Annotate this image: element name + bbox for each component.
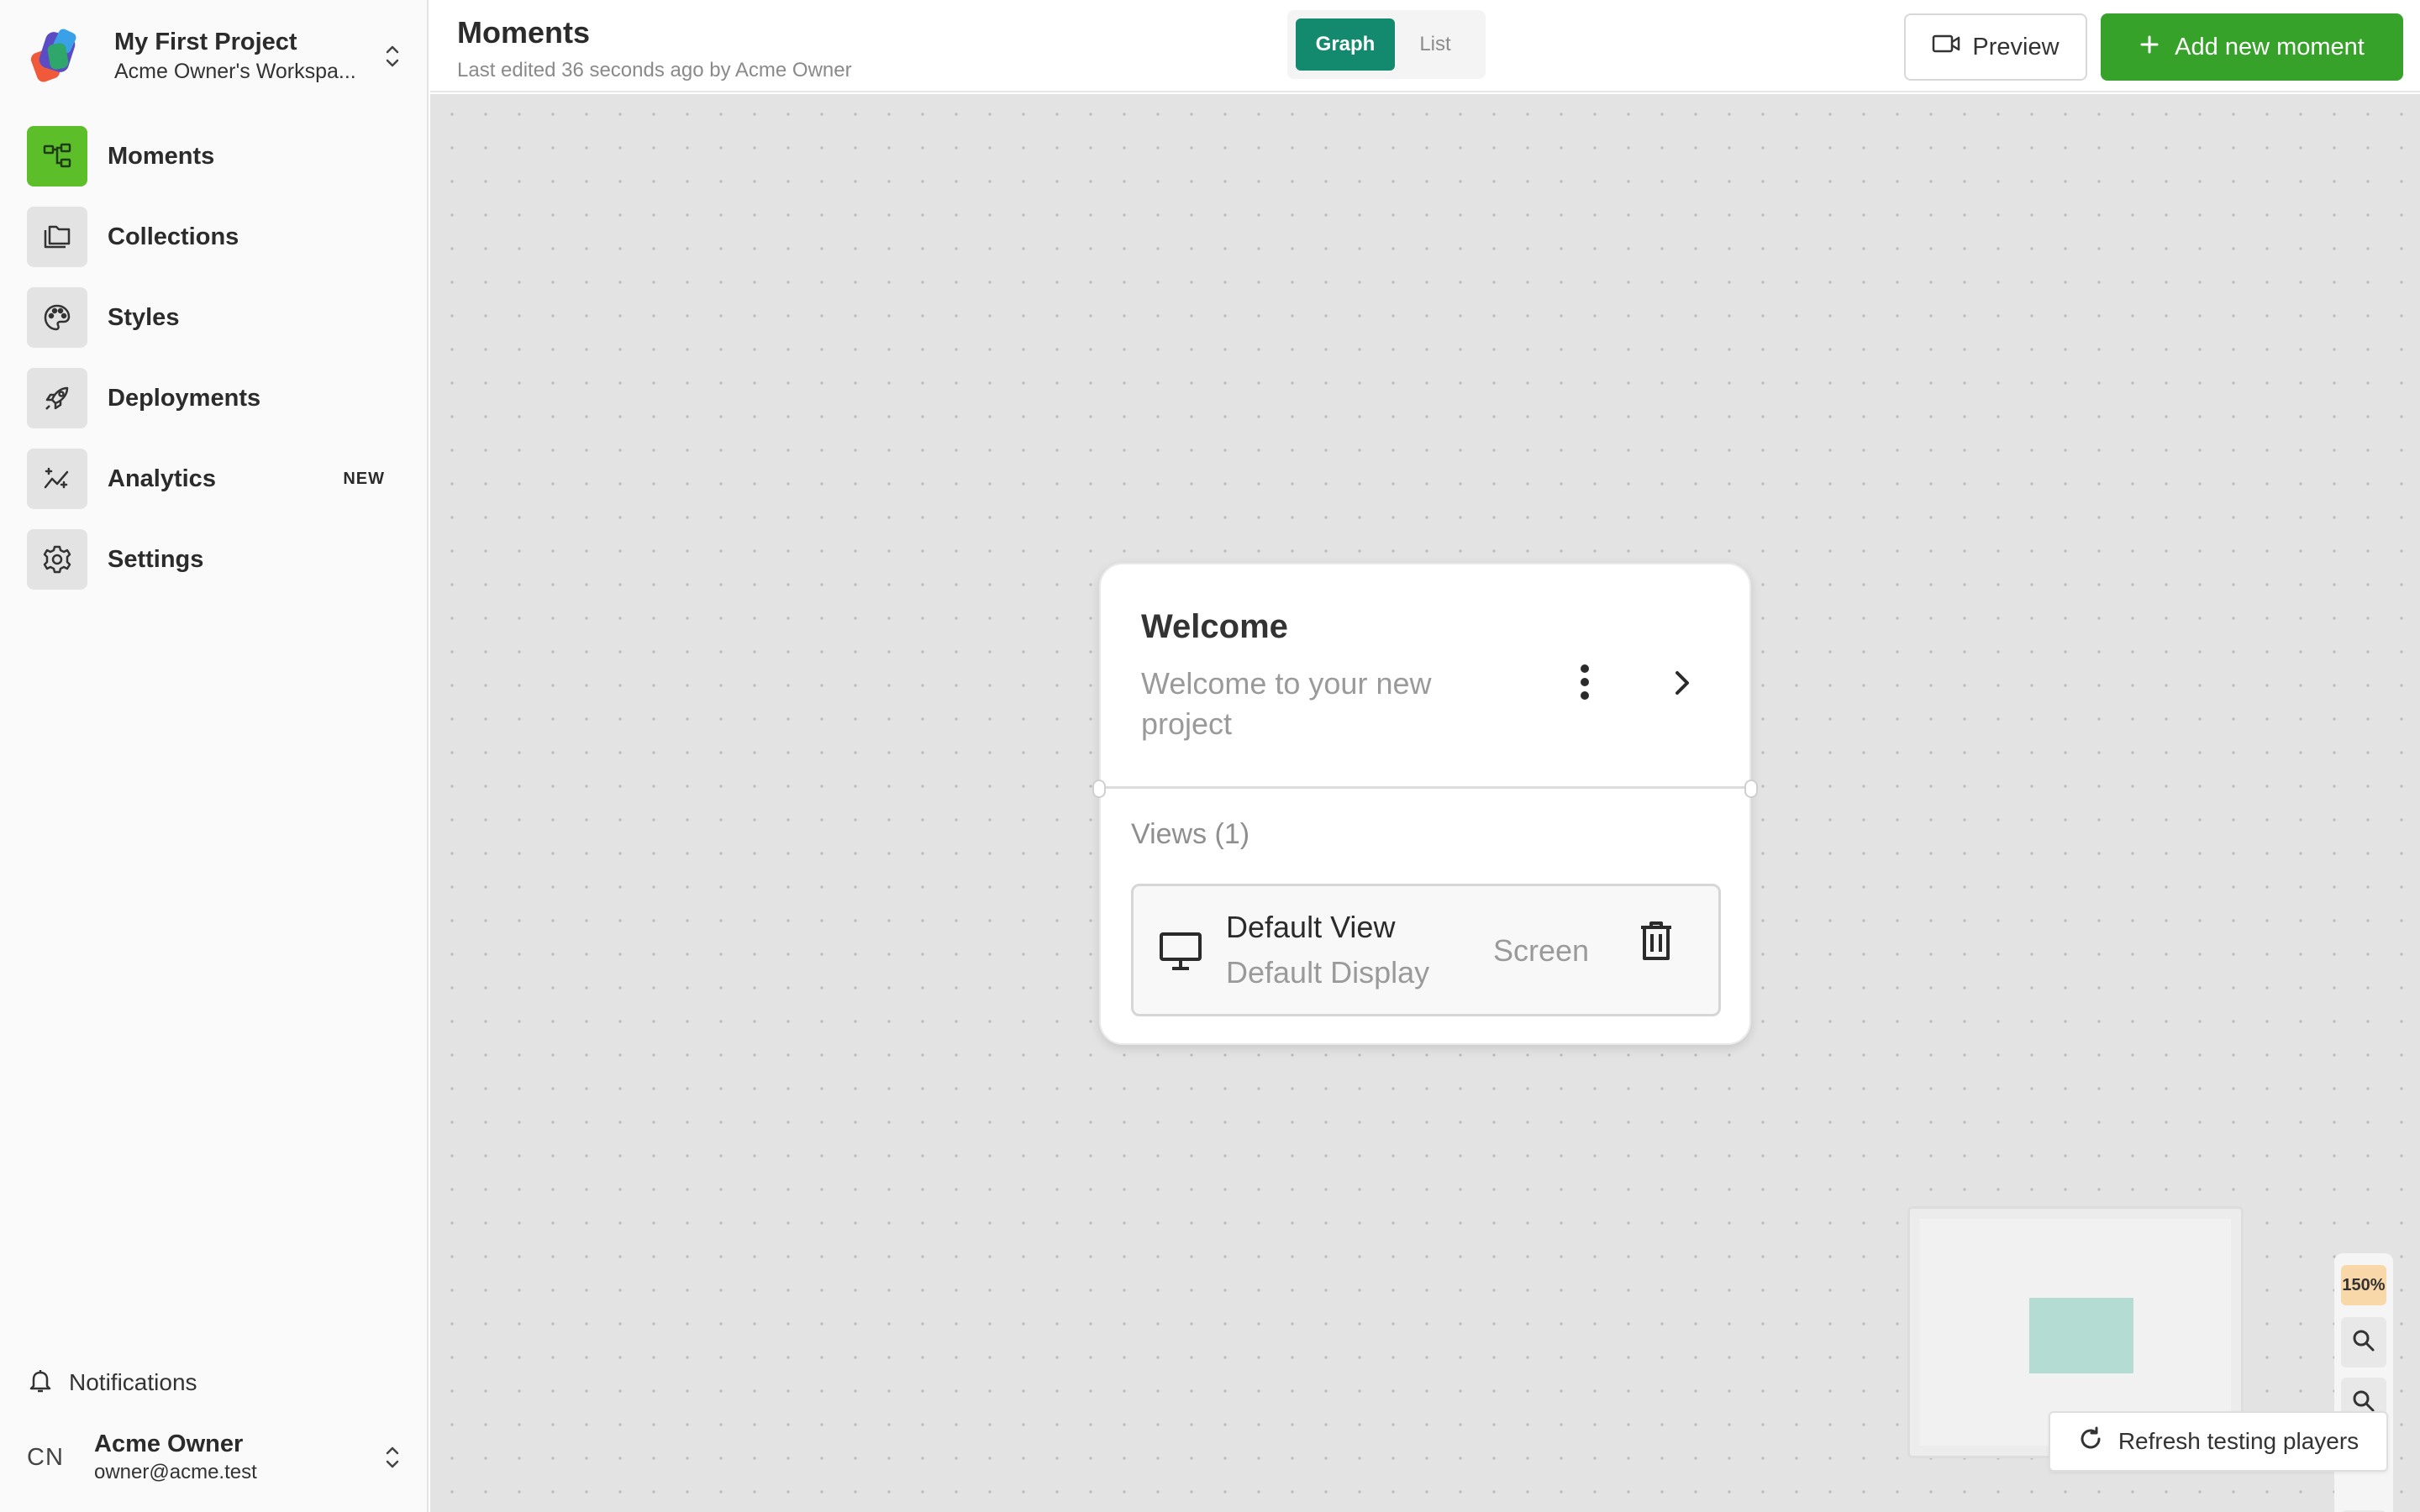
avatar: CN [27,1443,64,1471]
monitor-icon [1159,932,1202,976]
sidebar-item-styles[interactable]: Styles [27,287,405,348]
view-display: Default Display [1226,955,1430,990]
refresh-label: Refresh testing players [2118,1428,2360,1454]
project-name: My First Project [114,29,297,55]
page-title: Moments [457,15,591,50]
analytics-icon [27,449,87,509]
collections-icon [27,207,87,267]
workspace-name: Acme Owner's Workspa... [114,60,356,83]
sidebar-item-deployments[interactable]: Deployments [27,368,405,428]
connection-handle-left[interactable] [1092,780,1106,798]
view-type: Screen [1493,933,1590,968]
plus-icon [2139,34,2160,61]
moment-description: Welcome to your new project [1141,666,1432,741]
zoom-level-badge: 150% [2341,1265,2386,1305]
user-menu[interactable]: CN Acme Owner owner@acme.test [27,1428,405,1487]
refresh-icon [2078,1426,2103,1457]
zoom-in-button[interactable] [2341,1317,2386,1368]
add-new-moment-button[interactable]: Add new moment [2101,13,2403,81]
minimap-viewport[interactable] [2029,1298,2133,1373]
view-name: Default View [1226,910,1396,944]
chevron-updown-icon[interactable] [380,1441,405,1474]
chevron-right-icon[interactable] [1665,662,1699,704]
graph-canvas[interactable]: Welcome Welcome to your new project View… [430,94,2420,1512]
preview-label: Preview [1972,33,2060,60]
more-vertical-icon[interactable] [1568,657,1602,707]
notifications-label: Notifications [69,1369,197,1395]
tab-graph[interactable]: Graph [1296,18,1395,71]
tab-list[interactable]: List [1395,18,1476,71]
new-badge: NEW [343,469,385,488]
sidebar-item-label: Collections [108,223,239,250]
topbar: Moments Last edited 36 seconds ago by Ac… [430,0,2420,92]
sidebar-item-label: Settings [108,545,204,573]
trash-icon[interactable] [1638,920,1675,966]
card-divider [1101,786,1749,789]
video-camera-icon [1932,33,1960,61]
project-logo [27,25,89,87]
sidebar-item-analytics[interactable]: Analytics NEW [27,449,405,509]
sidebar-item-moments[interactable]: Moments [27,126,405,186]
views-count-label: Views (1) [1131,818,1250,850]
view-toggle: Graph List [1287,10,1486,79]
sidebar-item-label: Deployments [108,384,261,412]
sidebar-item-settings[interactable]: Settings [27,529,405,590]
palette-icon [27,287,87,348]
notifications-link[interactable]: Notifications [29,1364,197,1401]
sidebar-nav: Moments Collections Styles Deployments A… [27,126,405,610]
add-new-moment-label: Add new moment [2175,33,2365,60]
rocket-icon [27,368,87,428]
sidebar-item-label: Analytics [108,465,216,492]
preview-button[interactable]: Preview [1904,13,2087,81]
magnifier-icon [2352,1329,2375,1357]
refresh-testing-players-button[interactable]: Refresh testing players [2049,1411,2388,1472]
sidebar-item-label: Styles [108,303,180,331]
chevron-updown-icon[interactable] [380,39,405,73]
moments-icon [27,126,87,186]
moment-node[interactable]: Welcome Welcome to your new project View… [1092,563,1758,1045]
user-name: Acme Owner [94,1431,244,1457]
gear-icon [27,529,87,590]
view-item[interactable]: Default View Default Display Screen [1131,884,1721,1016]
sidebar: My First Project Acme Owner's Workspa...… [0,0,429,1512]
sidebar-item-label: Moments [108,142,215,170]
user-email: owner@acme.test [94,1461,257,1483]
connection-handle-right[interactable] [1744,780,1758,798]
zoom-controls: 150% [2334,1253,2393,1512]
last-edited-text: Last edited 36 seconds ago by Acme Owner [457,59,852,81]
project-switcher[interactable]: My First Project Acme Owner's Workspa... [27,20,405,92]
sidebar-item-collections[interactable]: Collections [27,207,405,267]
moment-title: Welcome [1141,608,1288,645]
bell-icon [29,1368,52,1399]
